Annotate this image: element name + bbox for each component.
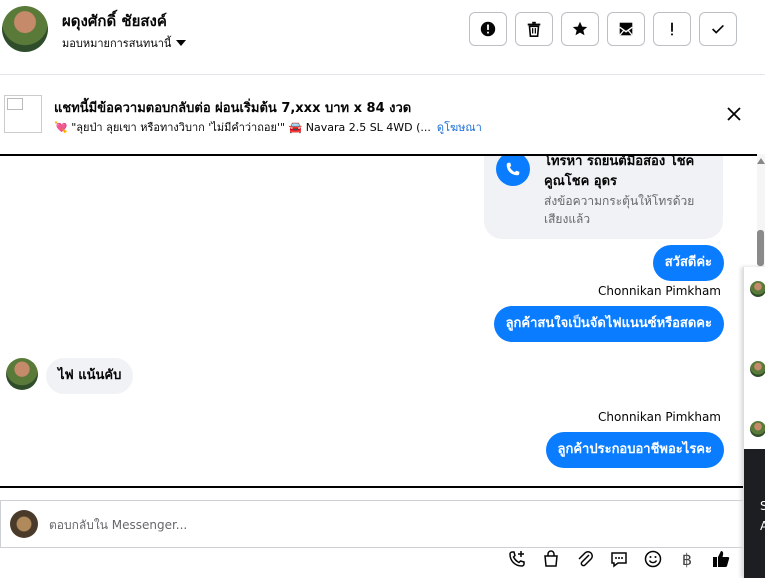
- ad-title: แชทนี้มีข้อความตอบกลับต่อ ผ่อนเริ่มต้น 7…: [54, 101, 412, 116]
- message-sender: Chonnikan Pimkham: [598, 410, 721, 424]
- header-actions: [469, 12, 737, 46]
- panel-avatar[interactable]: [750, 281, 765, 297]
- reply-input-box[interactable]: ตอบกลับใน Messenger...: [0, 500, 743, 548]
- panel-dark-text: S: [760, 499, 765, 513]
- mark-unread-button[interactable]: [607, 12, 645, 46]
- phone-icon: [496, 156, 530, 186]
- message-sender: Chonnikan Pimkham: [598, 284, 721, 298]
- mail-unread-icon: [619, 22, 633, 36]
- caret-down-icon: [176, 40, 187, 46]
- mark-done-button[interactable]: [699, 12, 737, 46]
- message-bubble-incoming[interactable]: ไฟ แน้นคับ: [46, 358, 134, 394]
- assign-conversation-dropdown[interactable]: มอบหมายการสนทนานี้: [62, 34, 187, 52]
- thumbs-up-icon[interactable]: [710, 548, 732, 570]
- panel-dark-text: A: [760, 519, 765, 533]
- star-icon: [572, 21, 588, 36]
- contact-name[interactable]: ผดุงศักดิ์ ชัยสงค์: [62, 9, 167, 33]
- panel-avatar[interactable]: [750, 421, 765, 437]
- contact-avatar[interactable]: [2, 6, 48, 52]
- panel-dark-card[interactable]: S A: [744, 449, 765, 578]
- reply-input-placeholder[interactable]: ตอบกลับใน Messenger...: [49, 516, 187, 535]
- ad-context-banner: แชทนี้มีข้อความตอบกลับต่อ ผ่อนเริ่มต้น 7…: [0, 75, 765, 154]
- reply-composer: ตอบกลับใน Messenger... ฿: [0, 490, 743, 578]
- composer-toolbar: ฿: [506, 548, 732, 570]
- call-card-subtitle: ส่งข้อความกระตุ้นให้โทรด้วยเสียงแล้ว: [544, 194, 695, 226]
- assign-label: มอบหมายการสนทนานี้: [62, 37, 172, 50]
- shopping-bag-icon[interactable]: [540, 548, 562, 570]
- trash-icon: [527, 21, 541, 38]
- ad-description: 💘 "ลุยป่า ลุยเขา หรือทางวิบาก 'ไม่มีคำว่…: [54, 118, 482, 136]
- ad-description-text: 💘 "ลุยป่า ลุยเขา หรือทางวิบาก 'ไม่มีคำว่…: [54, 121, 431, 134]
- check-icon: [712, 24, 724, 34]
- ad-thumbnail[interactable]: [4, 95, 42, 133]
- message-bubble-outgoing[interactable]: ลูกค้าสนใจเป็นจัดไฟแนนซ์หรือสดคะ: [493, 306, 724, 342]
- paperclip-icon[interactable]: [574, 548, 596, 570]
- call-card-title: โทรหา รถยนต์มือสอง โชคคูณโชค อุดร: [544, 154, 695, 189]
- chat-bubble-icon[interactable]: [608, 548, 630, 570]
- message-bubble-outgoing[interactable]: สวัสดีค่ะ: [652, 245, 724, 281]
- phone-add-icon[interactable]: [506, 548, 528, 570]
- conversation-header: ผดุงศักดิ์ ชัยสงค์ มอบหมายการสนทนานี้: [0, 0, 765, 75]
- baht-icon[interactable]: ฿: [676, 548, 698, 570]
- panel-avatar[interactable]: [750, 361, 765, 377]
- emoji-icon[interactable]: [642, 548, 664, 570]
- contact-avatar-small: [6, 358, 38, 390]
- call-request-card: โทรหา รถยนต์มือสอง โชคคูณโชค อุดร ส่งข้อ…: [484, 154, 723, 239]
- exclamation-icon: [671, 22, 673, 36]
- mark-spam-button[interactable]: [469, 12, 507, 46]
- message-bubble-outgoing[interactable]: ลูกค้าประกอบอาชีพอะไรคะ: [545, 432, 724, 468]
- alert-circle-icon: [480, 21, 496, 37]
- page-avatar: [10, 510, 38, 538]
- scroll-up-arrow-icon[interactable]: [757, 158, 765, 164]
- view-ad-link[interactable]: ดูโฆษณา: [437, 121, 482, 134]
- close-icon[interactable]: [725, 105, 743, 123]
- scroll-thumb[interactable]: [757, 230, 764, 266]
- message-thread[interactable]: โทรหา รถยนต์มือสอง โชคคูณโชค อุดร ส่งข้อ…: [0, 154, 757, 488]
- side-panel: S A: [743, 267, 765, 578]
- follow-up-button[interactable]: [653, 12, 691, 46]
- star-button[interactable]: [561, 12, 599, 46]
- delete-button[interactable]: [515, 12, 553, 46]
